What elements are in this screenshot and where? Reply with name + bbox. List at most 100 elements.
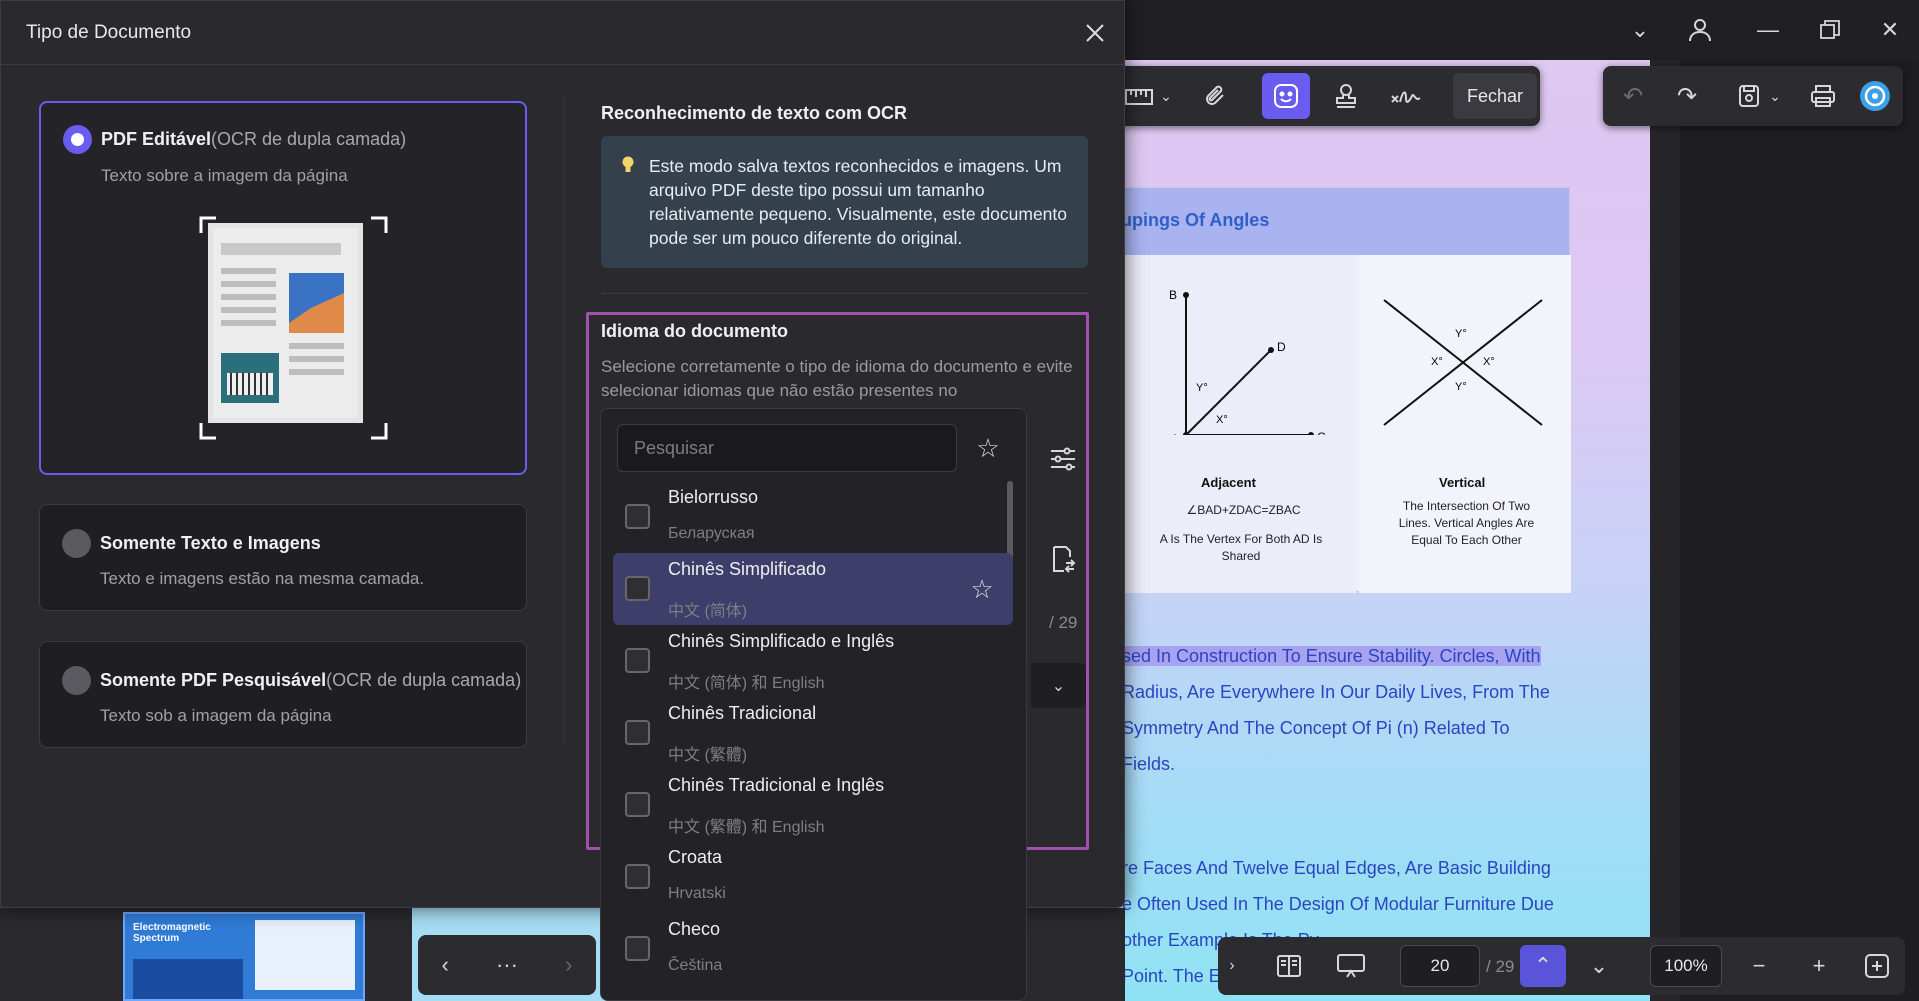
page-number-input[interactable]: 20 [1400, 945, 1480, 987]
option-editable-pdf[interactable]: PDF Editável(OCR de dupla camada) Texto … [39, 101, 527, 475]
language-name: Chinês Simplificado e Inglês [668, 631, 895, 651]
chevron-down-icon[interactable]: ⌄ [1763, 73, 1787, 119]
zoom-in-icon[interactable]: + [1798, 945, 1840, 987]
radio-searchable-pdf[interactable] [62, 666, 91, 695]
option-searchable-pdf[interactable]: Somente PDF Pesquisável(OCR de dupla cam… [39, 641, 527, 748]
radio-text-and-images[interactable] [62, 529, 91, 558]
page-total: / 29 [1486, 957, 1515, 976]
ai-assistant-icon[interactable] [1851, 73, 1899, 119]
ocr-info-box: Este modo salva textos reconhecidos e im… [601, 136, 1088, 268]
dialog-divider [563, 96, 564, 746]
language-search-input[interactable] [617, 424, 957, 472]
language-name: Chinês Tradicional e Inglês [668, 775, 885, 795]
chevron-down-icon[interactable]: ⌄ [1154, 73, 1178, 119]
adjacent-figure: B D C A Y° X° Adjacent ∠BAD+ZDAC=ZBAC A … [1111, 255, 1356, 593]
language-name: Croata [668, 847, 723, 867]
radio-editable-pdf[interactable] [63, 125, 92, 154]
language-checkbox[interactable] [625, 720, 650, 745]
ocr-illustration [191, 213, 388, 440]
annotation-toolbar: ⌄ Fechar [1110, 66, 1540, 126]
restore-icon[interactable] [1810, 12, 1850, 48]
stamp-icon[interactable] [1322, 73, 1370, 119]
language-name: Chinês Tradicional [668, 703, 817, 723]
language-item-chinese-simplified-english[interactable]: Chinês Simplificado e Inglês 中文 (简体) 和 E… [613, 625, 1013, 697]
more-icon[interactable]: ··· [496, 952, 518, 978]
svg-text:Y°: Y° [1455, 328, 1467, 340]
svg-text:D: D [1277, 340, 1286, 354]
angles-card: upings Of Angles B D C A Y° X° Adjacent … [1110, 187, 1571, 593]
page-navigation-bar: › 20 / 29 ⌃ ⌄ 100% − + [1218, 937, 1905, 995]
close-icon[interactable] [1077, 15, 1113, 51]
chevron-down-icon[interactable]: ⌄ [1620, 12, 1660, 48]
document-page: upings Of Angles B D C A Y° X° Adjacent … [1110, 60, 1650, 1001]
language-native: Hrvatski [668, 885, 726, 902]
svg-text:B: B [1169, 288, 1177, 302]
thumbnail-nav: ‹ ··· › [418, 935, 596, 995]
next-page-icon[interactable]: ⌄ [1578, 945, 1620, 987]
document-scan-icon [199, 216, 388, 440]
page-text-line: Radius, Are Everywhere In Our Daily Live… [1122, 682, 1550, 702]
section-divider [601, 293, 1088, 294]
language-checkbox[interactable] [625, 576, 650, 601]
page-text-line: Fields. [1122, 754, 1176, 774]
language-checkbox[interactable] [625, 648, 650, 673]
print-icon[interactable] [1799, 73, 1847, 119]
favorite-star-icon[interactable]: ☆ [965, 572, 999, 606]
ocr-section-title: Reconhecimento de texto com OCR [601, 103, 908, 123]
close-window-icon[interactable]: ✕ [1870, 12, 1910, 48]
chevron-left-icon[interactable]: ‹ [442, 952, 449, 978]
close-tool-button[interactable]: Fechar [1453, 73, 1538, 119]
zoom-input[interactable]: 100% [1650, 945, 1722, 987]
language-native: 中文 (简体) [668, 603, 748, 620]
language-name: Checo [668, 919, 721, 939]
option-desc: Texto e imagens estão na mesma camada. [100, 569, 425, 588]
dialog-header: Tipo de Documento [1, 1, 1124, 65]
page-text-line: Symmetry And The Concept Of Pi (n) Relat… [1122, 718, 1510, 738]
language-item-chinese-traditional[interactable]: Chinês Tradicional 中文 (繁體) [613, 697, 1013, 769]
page-thumbnail[interactable]: Electromagnetic Spectrum [123, 912, 365, 1001]
option-text-and-images[interactable]: Somente Texto e Imagens Texto e imagens … [39, 504, 527, 611]
language-item-czech[interactable]: Checo Čeština [613, 913, 1013, 985]
adjacent-caption: Adjacent [1201, 475, 1256, 490]
reading-mode-icon[interactable] [1268, 945, 1310, 987]
svg-text:Y°: Y° [1455, 381, 1467, 393]
option-desc: Texto sob a imagem da página [100, 706, 332, 725]
language-dropdown: ☆ Bielorrusso Беларуская Chinês Simplifi… [600, 408, 1027, 1001]
language-item-chinese-traditional-english[interactable]: Chinês Tradicional e Inglês 中文 (繁體) 和 En… [613, 769, 1013, 841]
main-toolbar: ↶ ↷ ⌄ [1603, 66, 1903, 126]
chevron-right-circle-icon[interactable]: › [1220, 945, 1244, 987]
svg-text:X°: X° [1216, 414, 1228, 426]
page-gutter [1650, 60, 1680, 1001]
zoom-out-icon[interactable]: − [1738, 945, 1780, 987]
language-checkbox[interactable] [625, 936, 650, 961]
minimize-icon[interactable]: — [1748, 12, 1788, 48]
option-title: Somente PDF Pesquisável(OCR de dupla cam… [100, 670, 522, 690]
language-checkbox[interactable] [625, 864, 650, 889]
page-text-line: e Often Used In The Design Of Modular Fu… [1122, 894, 1554, 914]
option-desc: Texto sobre a imagem da página [101, 166, 348, 185]
sticker-icon[interactable] [1262, 73, 1310, 119]
language-native: 中文 (简体) 和 English [668, 675, 825, 692]
language-native: Беларуская [668, 525, 755, 542]
signature-icon[interactable] [1382, 73, 1430, 119]
paperclip-icon[interactable] [1192, 73, 1240, 119]
language-item-belarusian[interactable]: Bielorrusso Беларуская [613, 481, 1013, 553]
user-icon[interactable] [1680, 12, 1720, 48]
language-checkbox[interactable] [625, 504, 650, 529]
svg-text:A: A [1171, 432, 1179, 435]
language-name: Bielorrusso [668, 487, 759, 507]
chevron-right-icon[interactable]: › [565, 952, 572, 978]
undo-icon[interactable]: ↶ [1609, 73, 1657, 119]
previous-page-icon[interactable]: ⌃ [1520, 945, 1566, 987]
language-checkbox[interactable] [625, 792, 650, 817]
svg-text:C: C [1317, 430, 1326, 435]
fit-page-icon[interactable] [1856, 945, 1898, 987]
thumbnail-title: Electromagnetic Spectrum [133, 922, 211, 944]
presentation-icon[interactable] [1330, 945, 1372, 987]
redo-icon[interactable]: ↷ [1663, 73, 1711, 119]
language-item-chinese-simplified[interactable]: Chinês Simplificado 中文 (简体) ☆ [613, 553, 1013, 625]
star-icon[interactable]: ☆ [971, 431, 1005, 465]
language-name: Chinês Simplificado [668, 559, 827, 579]
language-item-croatian[interactable]: Croata Hrvatski [613, 841, 1013, 913]
vertical-caption: Vertical [1439, 475, 1486, 490]
